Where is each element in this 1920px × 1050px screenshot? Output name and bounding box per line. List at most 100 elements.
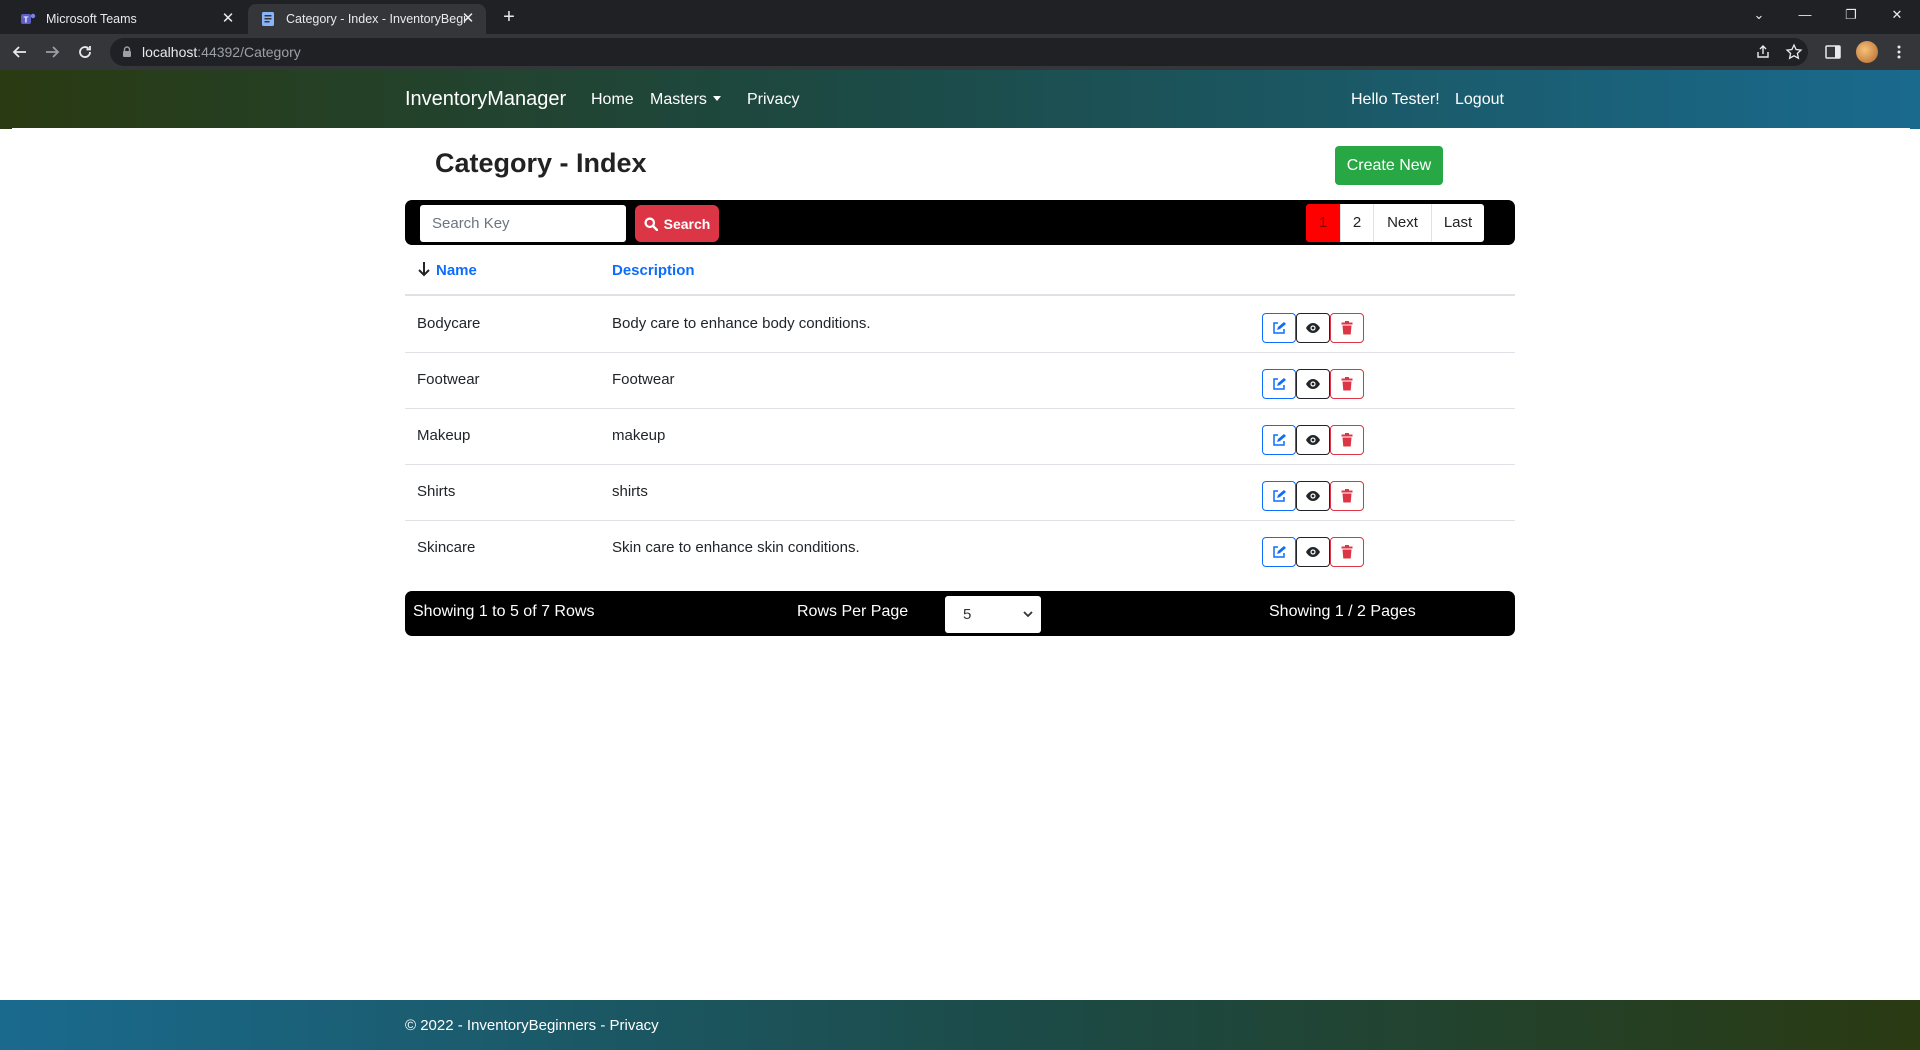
pages-summary: Showing 1 / 2 Pages	[1269, 603, 1416, 620]
edit-button[interactable]	[1262, 425, 1296, 455]
eye-icon	[1306, 379, 1320, 389]
caret-down-icon	[712, 96, 721, 101]
page-2-button[interactable]: 2	[1340, 204, 1373, 242]
eye-icon	[1306, 547, 1320, 557]
logout-link[interactable]: Logout	[1455, 91, 1504, 109]
rows-per-page-value: 5	[963, 606, 972, 623]
address-bar[interactable]: localhost:44392/Category	[110, 38, 1808, 66]
edit-button[interactable]	[1262, 313, 1296, 343]
page-1-button[interactable]: 1	[1306, 204, 1340, 242]
edit-icon	[1273, 434, 1286, 446]
tab-title: Category - Index - InventoryBeginners	[286, 12, 466, 26]
rows-summary: Showing 1 to 5 of 7 Rows	[413, 603, 595, 620]
delete-button[interactable]	[1330, 425, 1364, 455]
cell-description: Body care to enhance body conditions.	[612, 315, 871, 332]
trash-icon	[1341, 377, 1353, 391]
create-new-button[interactable]: Create New	[1335, 146, 1443, 185]
view-button[interactable]	[1296, 369, 1330, 399]
new-tab-plus-icon[interactable]: +	[498, 6, 520, 28]
site-footer: © 2022 - InventoryBeginners - Privacy	[0, 1000, 1920, 1050]
view-button[interactable]	[1296, 425, 1330, 455]
last-page-button[interactable]: Last	[1431, 204, 1484, 242]
chevron-down-icon	[1023, 611, 1033, 618]
delete-button[interactable]	[1330, 369, 1364, 399]
table-row: Makeup makeup	[405, 409, 1515, 465]
eye-icon	[1306, 491, 1320, 501]
column-header-description[interactable]: Description	[612, 262, 695, 279]
edit-icon	[1273, 546, 1286, 558]
cell-description: Footwear	[612, 371, 675, 388]
forward-arrow-icon[interactable]	[40, 40, 64, 64]
tab-title: Microsoft Teams	[46, 12, 137, 26]
table-row: Skincare Skin care to enhance skin condi…	[405, 521, 1515, 577]
nav-masters-dropdown[interactable]: Masters	[650, 91, 721, 109]
restore-icon[interactable]: ❐	[1828, 0, 1874, 30]
tab-microsoft-teams[interactable]: T Microsoft Teams ✕	[8, 4, 246, 34]
rows-per-page-select[interactable]: 5	[945, 596, 1041, 633]
page-title: Category - Index	[435, 148, 647, 178]
delete-button[interactable]	[1330, 537, 1364, 567]
table-summary-bar: Showing 1 to 5 of 7 Rows Rows Per Page 5…	[405, 591, 1515, 636]
trash-icon	[1341, 321, 1353, 335]
view-button[interactable]	[1296, 313, 1330, 343]
search-icon	[644, 217, 658, 231]
cell-description: makeup	[612, 427, 666, 444]
tab-search-chevron-icon[interactable]: ⌄	[1736, 0, 1782, 30]
search-button-label: Search	[663, 215, 711, 232]
search-button[interactable]: Search	[635, 205, 719, 242]
share-icon[interactable]	[1754, 43, 1772, 61]
nav-home[interactable]: Home	[591, 91, 634, 109]
page-icon	[262, 12, 274, 26]
back-arrow-icon[interactable]	[8, 40, 32, 64]
row-actions	[1262, 425, 1364, 455]
bookmark-star-icon[interactable]	[1785, 43, 1803, 61]
reload-icon[interactable]	[73, 40, 97, 64]
edit-button[interactable]	[1262, 481, 1296, 511]
next-page-button[interactable]: Next	[1373, 204, 1431, 242]
table-row: Footwear Footwear	[405, 353, 1515, 409]
navbar-divider	[12, 128, 1910, 130]
close-icon[interactable]: ✕	[460, 11, 476, 27]
row-actions	[1262, 481, 1364, 511]
app-navbar: InventoryManager Home Masters Privacy He…	[0, 70, 1920, 129]
browser-tabstrip: T Microsoft Teams ✕ Category - Index - I…	[0, 0, 1920, 34]
cell-name: Shirts	[417, 483, 456, 500]
teams-icon: T	[21, 13, 36, 25]
table-header: Name Description	[405, 253, 1515, 296]
edit-button[interactable]	[1262, 369, 1296, 399]
trash-icon	[1341, 545, 1353, 559]
delete-button[interactable]	[1330, 313, 1364, 343]
edit-icon	[1273, 322, 1286, 334]
edit-icon	[1273, 378, 1286, 390]
cell-description: shirts	[612, 483, 648, 500]
url-host: localhost	[142, 44, 198, 60]
row-actions	[1262, 537, 1364, 567]
side-panel-icon[interactable]	[1824, 43, 1842, 61]
trash-icon	[1341, 433, 1353, 447]
view-button[interactable]	[1296, 481, 1330, 511]
eye-icon	[1306, 435, 1320, 445]
view-button[interactable]	[1296, 537, 1330, 567]
delete-button[interactable]	[1330, 481, 1364, 511]
window-close-icon[interactable]: ✕	[1874, 0, 1920, 30]
svg-text:T: T	[24, 16, 29, 25]
profile-avatar[interactable]	[1856, 41, 1878, 63]
rows-per-page-label: Rows Per Page	[797, 603, 909, 620]
navbar-brand[interactable]: InventoryManager	[405, 88, 566, 111]
nav-privacy[interactable]: Privacy	[747, 91, 799, 109]
minimize-icon[interactable]: —	[1782, 0, 1828, 30]
column-header-name[interactable]: Name	[436, 262, 477, 279]
close-icon[interactable]: ✕	[220, 11, 236, 27]
edit-icon	[1273, 490, 1286, 502]
cell-name: Makeup	[417, 427, 471, 444]
user-greeting[interactable]: Hello Tester!	[1351, 91, 1440, 109]
search-input[interactable]	[420, 205, 626, 242]
edit-button[interactable]	[1262, 537, 1296, 567]
tab-category-index[interactable]: Category - Index - InventoryBeginners ✕	[248, 4, 486, 34]
row-actions	[1262, 313, 1364, 343]
arrow-down-icon	[418, 262, 430, 277]
cell-name: Footwear	[417, 371, 480, 388]
nav-masters-label: Masters	[650, 91, 707, 108]
eye-icon	[1306, 323, 1320, 333]
more-menu-icon[interactable]	[1890, 43, 1908, 61]
